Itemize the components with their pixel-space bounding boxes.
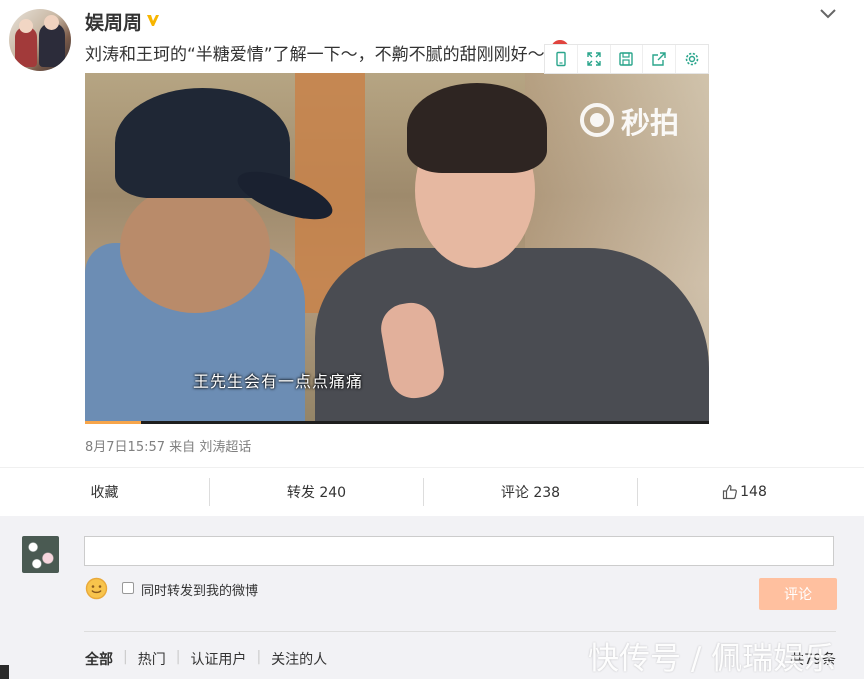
video-woman-hair [407, 83, 547, 173]
settings-icon [685, 52, 699, 66]
forward-label[interactable]: 同时转发到我的微博 [141, 580, 258, 599]
avatar-face-left [19, 19, 33, 33]
post-time[interactable]: 8月7日15:57 [85, 440, 165, 455]
post-from-label: 来自 [169, 440, 196, 455]
avatar-face-right [44, 15, 59, 30]
video-woman-body [315, 248, 709, 424]
like-button[interactable]: 148 [638, 468, 851, 516]
expand-button[interactable] [578, 45, 611, 73]
save-icon [619, 52, 634, 66]
collect-button[interactable]: 收藏 [0, 468, 209, 516]
tab-all[interactable]: 全部 [85, 649, 113, 669]
comment-label: 评论 238 [500, 485, 561, 501]
video-subtitle: 王先生会有一点点痛痛 [193, 372, 364, 391]
save-button[interactable] [611, 45, 644, 73]
verified-v-icon [147, 15, 159, 26]
submit-comment-button[interactable]: 评论 [759, 578, 837, 610]
repost-label: 转发 240 [286, 485, 347, 501]
emoji-smile-icon[interactable] [85, 577, 108, 600]
video-man-head [120, 183, 270, 313]
tab-verified-users[interactable]: 认证用户 [190, 649, 246, 669]
video-progress-bar[interactable] [85, 421, 709, 424]
settings-button[interactable] [676, 45, 708, 73]
share-button[interactable] [643, 45, 677, 73]
like-count: 148 [740, 484, 767, 500]
comment-filter-tabs: 全部 | 热门 | 认证用户 | 关注的人 [85, 649, 327, 669]
post-action-bar: 收藏 转发 240 评论 238 148 [0, 467, 864, 517]
miaopai-logo-icon [580, 103, 614, 137]
tab-following[interactable]: 关注的人 [271, 649, 327, 669]
forward-checkbox[interactable] [122, 582, 134, 594]
post-text: 刘涛和王珂的“半糖爱情”了解一下～，不齁不腻的甜刚刚好～ [85, 45, 545, 65]
weibo-post: 娱周周 刘涛和王珂的“半糖爱情”了解一下～，不齁不腻的甜刚刚好～ 王先生会有一点… [0, 0, 864, 467]
phone-icon [556, 51, 566, 67]
share-icon [652, 52, 666, 66]
tab-separator: | [123, 649, 128, 665]
username[interactable]: 娱周周 [85, 8, 142, 35]
video-toolbar [544, 44, 709, 74]
collect-label: 收藏 [90, 485, 119, 501]
post-source[interactable]: 刘涛超话 [199, 440, 251, 455]
tab-separator: | [175, 649, 181, 665]
phone-view-button[interactable] [545, 45, 578, 73]
page-corner-mark [0, 665, 9, 679]
video-watermark: 秒拍 [621, 106, 680, 140]
my-avatar[interactable] [22, 536, 59, 573]
video-progress-fill [85, 421, 142, 424]
tab-hot[interactable]: 热门 [138, 649, 166, 669]
expand-icon [586, 52, 601, 66]
chevron-down-icon[interactable] [819, 7, 837, 21]
avatar-figure-left [15, 27, 37, 67]
comment-button[interactable]: 评论 238 [424, 468, 637, 516]
repost-button[interactable]: 转发 240 [210, 468, 423, 516]
thumbs-up-icon [723, 484, 738, 500]
post-meta: 8月7日15:57 来自 刘涛超话 [85, 436, 251, 455]
comment-divider [84, 631, 836, 632]
bottom-watermark: 快传号 / 佩瑞娱乐 [588, 641, 836, 677]
user-avatar[interactable] [9, 9, 71, 71]
video-player[interactable]: 王先生会有一点点痛痛 秒拍 [85, 73, 709, 424]
comment-input[interactable] [84, 536, 834, 566]
tab-separator: | [256, 649, 262, 665]
